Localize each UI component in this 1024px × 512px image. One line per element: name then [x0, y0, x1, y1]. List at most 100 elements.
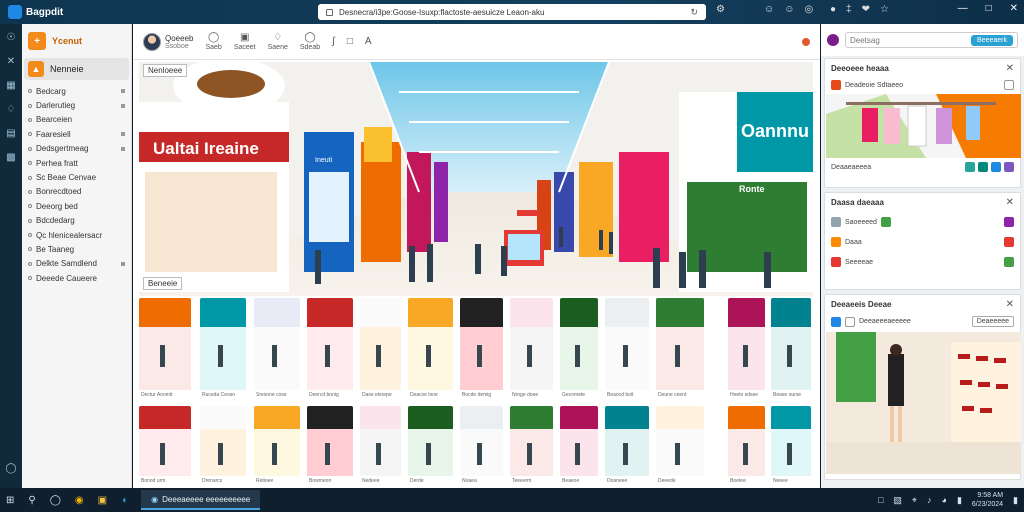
extensions-icon[interactable]: ⚙ — [716, 4, 725, 15]
thumbnail-card[interactable]: Beaocd boit — [605, 298, 649, 402]
shape-tool[interactable]: □ — [347, 36, 353, 47]
thumbnail-card[interactable]: Deercd bonig — [307, 298, 353, 402]
sidebar-item[interactable]: Bearceien — [28, 113, 125, 127]
more-icon[interactable] — [1004, 162, 1014, 172]
close-icon[interactable]: ✕ — [1010, 3, 1018, 14]
chat-icon[interactable]: ▧ — [893, 495, 902, 506]
image-tool[interactable]: ▣ Saceet — [234, 32, 256, 51]
shield-icon[interactable]: ‡ — [846, 4, 852, 15]
sidebar-item[interactable]: Bedcarg — [28, 84, 125, 98]
thumbnail-card[interactable]: Retioee — [254, 406, 300, 488]
sidebar-item[interactable]: Qc hlenicealersacr — [28, 228, 125, 242]
user-chip[interactable]: Qoeeeb Ssoboe — [143, 32, 193, 51]
search-button[interactable]: Beeeaerk — [971, 34, 1013, 46]
globe-icon[interactable]: ◎ — [804, 4, 813, 15]
sidebar-item[interactable]: Faaresiell — [28, 127, 125, 141]
thumbnail-card[interactable]: Dectur Aoomit — [139, 298, 191, 402]
star-icon[interactable]: ☆ — [880, 4, 889, 15]
thumbnail-card[interactable]: Neeee — [771, 406, 811, 488]
search-input[interactable]: Deetsag Beeeaerk — [845, 32, 1018, 48]
thumbnail-card[interactable]: Ruceda Ceosn — [200, 298, 246, 402]
bookmark-icon[interactable] — [991, 162, 1001, 172]
thumbnail-card[interactable]: Boetee — [728, 406, 765, 488]
pin-icon[interactable]: ● — [830, 4, 836, 15]
thumbnail-card[interactable]: Noaea — [460, 406, 503, 488]
chat-icon[interactable]: ◯ — [50, 495, 61, 506]
thumbnail-card[interactable]: Dase eleorpe — [360, 298, 401, 402]
close-icon[interactable]: ✕ — [1006, 197, 1014, 208]
help-icon[interactable]: ◯ — [5, 463, 16, 474]
thumbnail-card[interactable]: Doaneee — [605, 406, 649, 488]
thumbnail-card[interactable]: Deeede — [656, 406, 704, 488]
sidebar-item[interactable]: Sc Beae Cenvae — [28, 170, 125, 184]
sidebar-item[interactable]: Delkte Samdlend — [28, 257, 125, 271]
thumbnail-card[interactable]: Bonod urm — [139, 406, 191, 488]
search-icon[interactable]: ⚲ — [28, 495, 35, 506]
browser-icon[interactable]: ◉ — [75, 495, 84, 506]
bell-icon[interactable]: ♢ — [7, 104, 16, 115]
maximize-icon[interactable]: □ — [986, 3, 992, 14]
sidebar-item[interactable]: Bonrecdtoed — [28, 185, 125, 199]
link-tool[interactable]: ◯ Sdeab — [300, 32, 320, 51]
thumbnail-card[interactable]: Nedeee — [360, 406, 401, 488]
wifi-icon[interactable]: ◕ — [942, 495, 947, 505]
brush-tool[interactable]: ∫ — [332, 36, 335, 47]
thumbnail-card[interactable]: Bowmeon — [307, 406, 353, 488]
sidebar-item[interactable]: Perhea fratt — [28, 156, 125, 170]
thumbnail-card[interactable]: Bocde demig — [460, 298, 503, 402]
sidebar-item[interactable]: Be Taaneg — [28, 242, 125, 256]
sidebar-header[interactable]: + Ycenut — [22, 24, 131, 58]
heart-icon[interactable]: ❤ — [862, 4, 870, 15]
thumbnail-card[interactable]: Drenarcs — [200, 406, 246, 488]
avatar-icon[interactable]: ☺ — [784, 4, 794, 15]
card-row[interactable]: Deeaeeeaeeeee Deaeeeee — [825, 314, 1020, 329]
layers-icon[interactable]: ▩ — [6, 152, 15, 163]
edge-icon[interactable]: ◖ — [121, 495, 127, 506]
display-icon[interactable]: □ — [878, 495, 883, 505]
sidebar-item[interactable]: Deeorg bed — [28, 199, 125, 213]
category-row[interactable]: Daaa — [825, 232, 1020, 252]
tag-tool[interactable]: ♢ Saene — [268, 32, 288, 51]
folder-icon[interactable]: ▣ — [98, 495, 107, 506]
category-row[interactable]: Saoeeeed — [825, 212, 1020, 232]
sidebar-item[interactable]: Dedsgertmeag — [28, 142, 125, 156]
notification-dot[interactable] — [802, 37, 810, 46]
volume-icon[interactable]: ♪ — [927, 495, 932, 505]
chart-icon[interactable]: ▤ — [6, 128, 15, 139]
battery-icon[interactable]: ▮ — [957, 495, 962, 506]
taskbar-active-app[interactable]: ◉ Deeeaeeee eeeeeeeeee — [141, 490, 261, 510]
thumbnail-card[interactable]: Teeeerm — [510, 406, 553, 488]
text-tool[interactable]: A — [365, 36, 372, 47]
category-row[interactable]: Seeeeae — [825, 252, 1020, 272]
sidebar-item[interactable]: Darlerutieg — [28, 98, 125, 112]
hero-image[interactable]: Ualtai Ireaine Oannnu Ineuti Ronte Nenlo… — [139, 62, 813, 296]
thumbnail-card[interactable]: Bease ourse — [771, 298, 811, 402]
sidebar-item[interactable]: Bdcdedarg — [28, 214, 125, 228]
share-icon[interactable] — [1004, 80, 1014, 90]
grid-icon[interactable]: ▦ — [6, 80, 15, 91]
thumbnail-card[interactable]: Nroge doee — [510, 298, 553, 402]
thumbnail-card[interactable]: Sresone cose — [254, 298, 300, 402]
notifications-icon[interactable]: ▮ — [1013, 495, 1018, 506]
tools-icon[interactable]: ✕ — [7, 56, 15, 67]
card-row[interactable]: Deadeoie Sdtaeeo — [825, 78, 1020, 92]
thumbnail-card[interactable]: Derde — [408, 406, 453, 488]
sidebar-item[interactable]: Deeede Caueere — [28, 271, 125, 285]
thumbnail-card[interactable]: Gecomete — [560, 298, 598, 402]
cart-icon[interactable] — [978, 162, 988, 172]
reload-icon[interactable]: ↻ — [690, 7, 698, 18]
network-icon[interactable]: ⌖ — [912, 495, 917, 506]
avatar-icon[interactable]: ☺ — [764, 4, 774, 15]
address-bar[interactable]: Desnecra/i3pe:Goose-Isuxp:flactoste-aesu… — [318, 4, 706, 20]
start-icon[interactable]: ⊞ — [6, 495, 14, 506]
chat-tool[interactable]: ◯ Saeb — [205, 32, 221, 51]
view-button[interactable]: Deaeeeee — [971, 316, 1014, 327]
thumbnail-card[interactable]: Deacve lone — [408, 298, 453, 402]
home-icon[interactable]: ☉ — [7, 32, 16, 43]
sidebar-item-active[interactable]: ▲ Nenneie — [24, 58, 129, 80]
thumbnail-card[interactable]: Deune ceent — [656, 298, 704, 402]
clock[interactable]: 9:58 AM 6/23/2024 — [972, 491, 1003, 509]
thumbnail-card[interactable]: Heeto sdsee — [728, 298, 765, 402]
close-icon[interactable]: ✕ — [1006, 299, 1014, 310]
thumbnail-card[interactable]: Beaeoe — [560, 406, 598, 488]
